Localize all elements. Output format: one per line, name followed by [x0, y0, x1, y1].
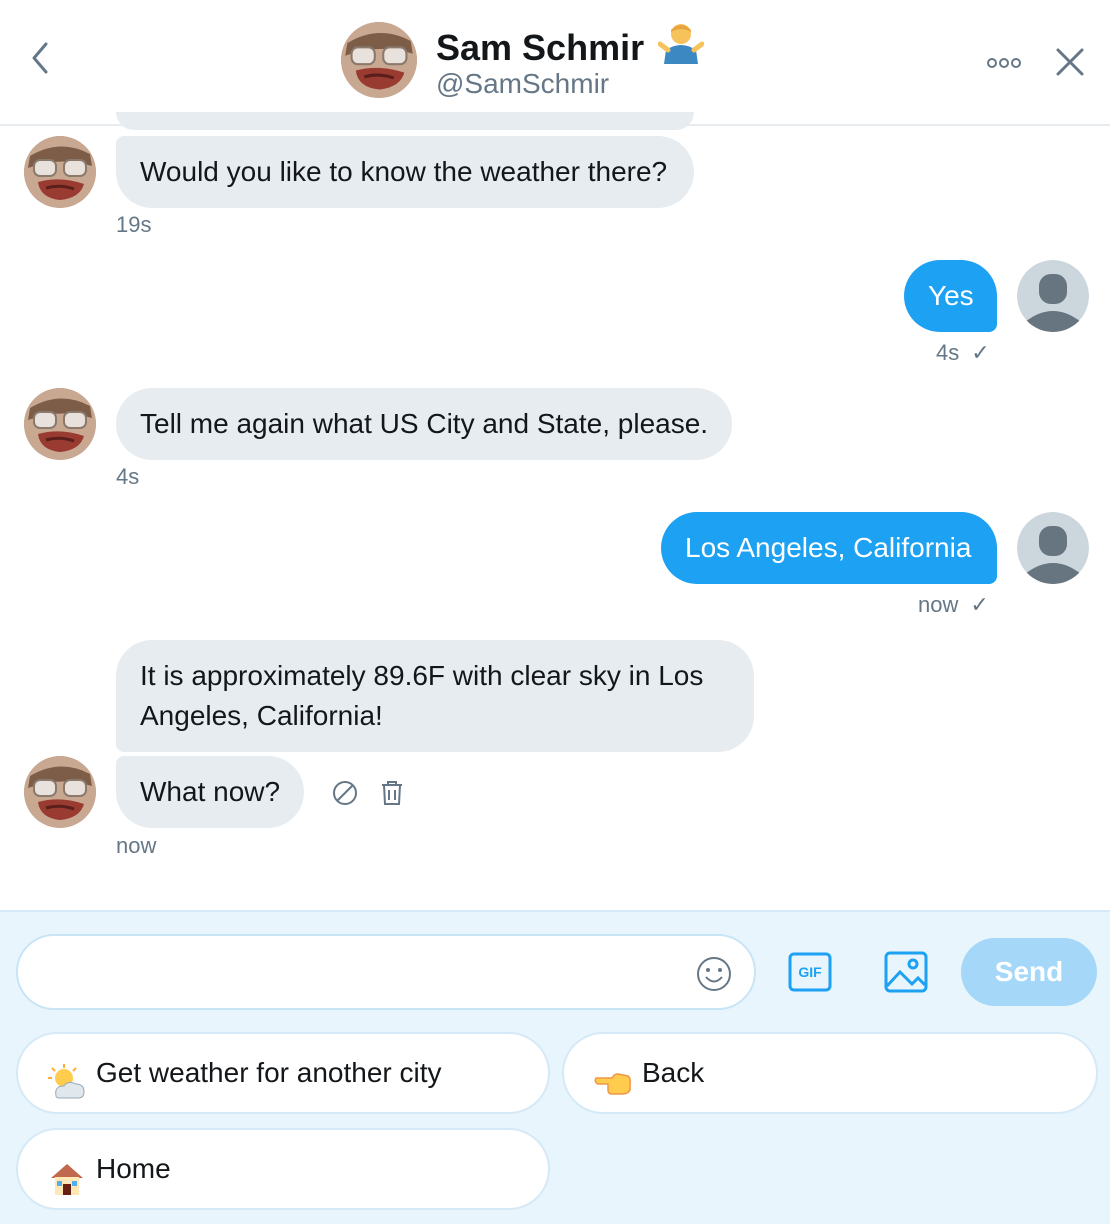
report-block-icon[interactable] — [332, 780, 358, 811]
header-name[interactable]: Sam Schmir — [436, 20, 705, 75]
message-status: 4s ✓ — [936, 340, 990, 366]
dm-conversation-window: Sam Schmir @SamSchmir Would you like to … — [0, 0, 1110, 1224]
message-text-line: It is approximately 89.6F with clear sky… — [140, 660, 704, 691]
quick-reply-label: Back — [642, 1057, 705, 1088]
outgoing-message-bubble[interactable]: Yes — [904, 260, 997, 332]
outgoing-message-bubble[interactable]: Los Angeles, California — [661, 512, 997, 584]
message-timestamp: 4s — [116, 464, 140, 489]
pointing-left-hand-icon — [594, 1054, 632, 1095]
sent-check-icon: ✓ — [970, 592, 989, 617]
more-options-icon[interactable] — [984, 50, 1024, 76]
sender-avatar[interactable] — [24, 388, 96, 460]
conversation-header: Sam Schmir @SamSchmir — [0, 0, 1110, 126]
contact-handle: @SamSchmir — [436, 68, 610, 99]
message-timestamp: 19s — [116, 212, 152, 237]
user-avatar[interactable] — [1017, 512, 1089, 584]
quick-reply-label: Get weather for another city — [96, 1057, 442, 1088]
composer-area: GIF Send Get weather for another city Ba… — [0, 910, 1110, 1224]
incoming-message-bubble[interactable]: Would you like to know the weather there… — [116, 136, 694, 208]
quick-reply-home[interactable]: Home — [16, 1128, 550, 1210]
incoming-message-bubble[interactable]: Tell me again what US City and State, pl… — [116, 388, 732, 460]
person-shrugging-icon — [657, 20, 705, 75]
sun-behind-cloud-icon — [48, 1054, 86, 1099]
delete-trash-icon[interactable] — [380, 780, 404, 811]
incoming-message-bubble[interactable]: It is approximately 89.6F with clear sky… — [116, 640, 754, 752]
emoji-icon[interactable] — [696, 956, 732, 992]
back-chevron-icon[interactable] — [24, 38, 56, 78]
message-status: now ✓ — [918, 592, 989, 618]
previous-message-bubble — [116, 112, 694, 130]
sender-avatar[interactable] — [24, 756, 96, 828]
message-timestamp: now — [116, 833, 157, 858]
quick-reply-get-weather[interactable]: Get weather for another city — [16, 1032, 550, 1114]
house-icon — [48, 1150, 86, 1195]
contact-name: Sam Schmir — [436, 26, 645, 68]
user-avatar[interactable] — [1017, 260, 1089, 332]
quick-reply-back[interactable]: Back — [562, 1032, 1098, 1114]
message-timestamp: now — [918, 592, 959, 617]
sender-avatar[interactable] — [24, 136, 96, 208]
incoming-message-bubble[interactable]: What now? — [116, 756, 304, 828]
message-input[interactable] — [16, 934, 756, 1010]
gif-label: GIF — [798, 964, 822, 980]
sent-check-icon: ✓ — [971, 340, 990, 365]
header-avatar[interactable] — [341, 22, 417, 98]
message-text-line: Angeles, California! — [140, 700, 383, 731]
message-timestamp: 4s — [936, 340, 960, 365]
message-actions — [332, 780, 404, 811]
quick-reply-label: Home — [96, 1153, 171, 1184]
close-icon[interactable] — [1054, 46, 1086, 78]
gif-icon[interactable]: GIF — [788, 952, 832, 992]
image-icon[interactable] — [884, 950, 928, 994]
send-button[interactable]: Send — [961, 938, 1097, 1006]
